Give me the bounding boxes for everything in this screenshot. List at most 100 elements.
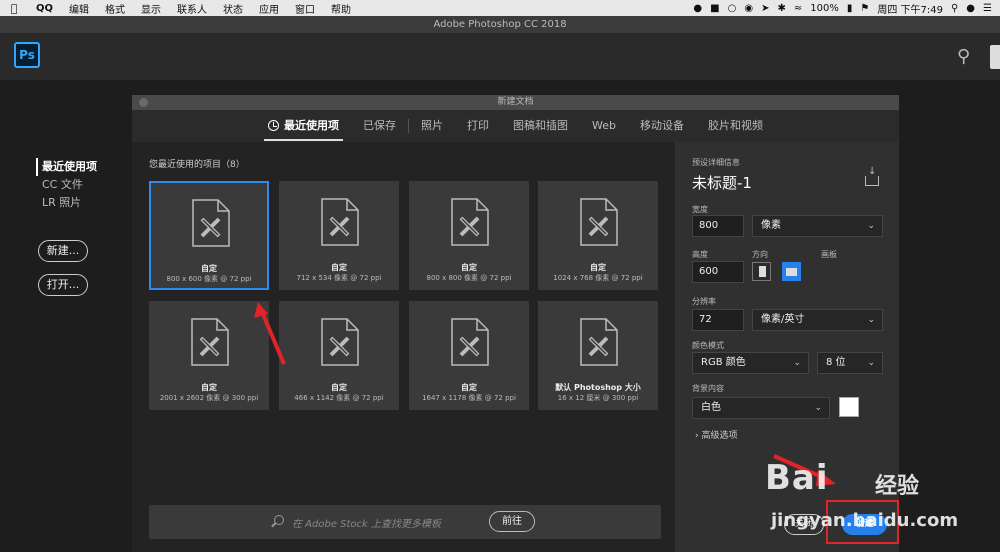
recent-preset-tile[interactable]: 自定 1024 x 768 像素 @ 72 ppi (538, 181, 658, 290)
chevron-down-icon: ⌄ (814, 403, 822, 413)
watermark-url: jingyan.baidu.com (771, 510, 959, 531)
qq-penguin-icon[interactable]: ● (693, 3, 702, 14)
preset-size: 2001 x 2602 像素 @ 300 ppi (159, 394, 259, 402)
height-input[interactable]: 600 (692, 261, 744, 283)
preset-size: 712 x 534 像素 @ 72 ppi (296, 274, 382, 282)
wechat-icon[interactable]: ○ (728, 3, 737, 14)
chevron-down-icon: ⌄ (867, 315, 875, 325)
document-icon (321, 198, 359, 246)
document-icon (192, 199, 230, 247)
bit-depth-select[interactable]: 8 位 ⌄ (817, 352, 883, 374)
resolution-unit-select[interactable]: 像素/英寸 ⌄ (752, 309, 883, 331)
clock-icon (268, 120, 279, 131)
preset-name: 自定 (331, 263, 347, 272)
preset-name: 自定 (461, 263, 477, 272)
start-nav-lr-photos[interactable]: LR 照片 (36, 194, 97, 212)
tab-web[interactable]: Web (580, 110, 628, 142)
new-button[interactable]: 新建... (38, 240, 88, 262)
tab-saved[interactable]: 已保存 (351, 110, 408, 142)
tab-art[interactable]: 图稿和插图 (501, 110, 580, 142)
width-unit-select[interactable]: 像素 ⌄ (752, 215, 883, 237)
menubar-clock[interactable]: 周四 下午7:49 (877, 1, 943, 16)
wifi-icon[interactable]: ≈ (794, 3, 802, 14)
preset-tabs: 最近使用项 已保存 照片 打印 图稿和插图 Web 移动设备 胶片和视频 (132, 110, 899, 142)
landscape-orientation-button[interactable] (782, 262, 801, 281)
apple-icon[interactable]:  (0, 2, 28, 15)
open-button[interactable]: 打开... (38, 274, 88, 296)
tab-recent[interactable]: 最近使用项 (256, 110, 351, 142)
search-icon[interactable]: ⚲ (957, 46, 970, 67)
battery-percent: 100% (810, 2, 839, 14)
preset-size: 1024 x 768 像素 @ 72 ppi (553, 274, 643, 282)
bit-depth-value: 8 位 (826, 357, 846, 368)
save-preset-icon[interactable] (865, 166, 879, 186)
siri-icon[interactable]: ● (966, 3, 975, 14)
background-color-swatch[interactable] (839, 397, 859, 417)
annotation-arrow-icon (254, 302, 286, 365)
orientation-label: 方向 (752, 250, 768, 259)
portrait-orientation-button[interactable] (752, 262, 771, 281)
color-mode-value: RGB 颜色 (701, 357, 746, 368)
menu-apps[interactable]: 应用 (251, 1, 287, 16)
location-icon[interactable]: ➤ (761, 3, 769, 14)
menu-help[interactable]: 帮助 (323, 1, 359, 16)
ps-home-header: Ps ⚲ (0, 33, 1000, 80)
details-heading: 预设详细信息 (692, 158, 740, 167)
stock-go-button[interactable]: 前往 (489, 511, 535, 532)
menu-format[interactable]: 格式 (97, 1, 133, 16)
watermark-brand: Bai (765, 458, 829, 498)
tab-photo[interactable]: 照片 (409, 110, 455, 142)
recent-preset-tile[interactable]: 自定 2001 x 2602 像素 @ 300 ppi (149, 301, 269, 410)
search-icon (274, 515, 284, 525)
document-name-field[interactable]: 未标题-1 (692, 172, 752, 193)
menu-edit[interactable]: 编辑 (61, 1, 97, 16)
battery-icon[interactable]: ▮ (847, 3, 853, 14)
resolution-label: 分辨率 (692, 297, 716, 306)
notification-list-icon[interactable]: ☰ (983, 3, 992, 14)
recent-preset-tile[interactable]: 默认 Photoshop 大小 16 x 12 厘米 @ 300 ppi (538, 301, 658, 410)
preset-name: 自定 (201, 264, 217, 273)
advanced-options-toggle[interactable]: › 高级选项 (695, 428, 737, 441)
recent-preset-tile[interactable]: 自定 800 x 800 像素 @ 72 ppi (409, 181, 529, 290)
tab-mobile[interactable]: 移动设备 (628, 110, 696, 142)
artboard-label: 画板 (821, 250, 837, 259)
start-nav-cc-files[interactable]: CC 文件 (36, 176, 97, 194)
menu-view[interactable]: 显示 (133, 1, 169, 16)
menu-contacts[interactable]: 联系人 (169, 1, 215, 16)
flag-icon[interactable]: ⚑ (860, 3, 869, 14)
user-avatar[interactable] (990, 45, 1000, 69)
document-icon (191, 318, 229, 366)
preset-name: 默认 Photoshop 大小 (555, 383, 641, 392)
background-select[interactable]: 白色 ⌄ (692, 397, 830, 419)
recent-preset-tile[interactable]: 自定 1647 x 1178 像素 @ 72 ppi (409, 301, 529, 410)
tab-film[interactable]: 胶片和视频 (696, 110, 775, 142)
weibo-icon[interactable]: ◉ (744, 3, 753, 14)
stock-search-bar[interactable]: 在 Adobe Stock 上查找更多模板 前往 (149, 505, 661, 539)
portrait-icon (759, 266, 766, 277)
app-icon[interactable]: ■ (710, 3, 719, 14)
background-value: 白色 (701, 402, 721, 413)
menu-window[interactable]: 窗口 (287, 1, 323, 16)
preset-size: 800 x 600 像素 @ 72 ppi (166, 275, 252, 283)
width-input[interactable]: 800 (692, 215, 744, 237)
recent-preset-tile[interactable]: 自定 466 x 1142 像素 @ 72 ppi (279, 301, 399, 410)
stock-search-input[interactable]: 在 Adobe Stock 上查找更多模板 (292, 515, 441, 530)
search-icon[interactable]: ⚲ (951, 3, 958, 14)
resolution-input[interactable]: 72 (692, 309, 744, 331)
color-mode-label: 颜色模式 (692, 341, 724, 350)
menubar-status-area: ● ■ ○ ◉ ➤ ✱ ≈ 100% ▮ ⚑ 周四 下午7:49 ⚲ ● ☰ (693, 1, 1000, 16)
chevron-down-icon: ⌄ (867, 358, 875, 368)
close-dot-icon[interactable] (139, 98, 148, 107)
recent-preset-tile[interactable]: 自定 712 x 534 像素 @ 72 ppi (279, 181, 399, 290)
menu-qq[interactable]: QQ (28, 3, 61, 14)
background-label: 背景内容 (692, 384, 724, 393)
start-nav-recent[interactable]: 最近使用项 (36, 158, 97, 176)
color-mode-select[interactable]: RGB 颜色 ⌄ (692, 352, 809, 374)
dialog-titlebar: 新建文档 (132, 95, 899, 110)
bluetooth-icon[interactable]: ✱ (777, 3, 785, 14)
window-title: Adobe Photoshop CC 2018 (0, 16, 1000, 33)
menu-status[interactable]: 状态 (215, 1, 251, 16)
recent-preset-tile[interactable]: 自定 800 x 600 像素 @ 72 ppi (149, 181, 269, 290)
tab-print[interactable]: 打印 (455, 110, 501, 142)
landscape-icon (786, 268, 797, 276)
